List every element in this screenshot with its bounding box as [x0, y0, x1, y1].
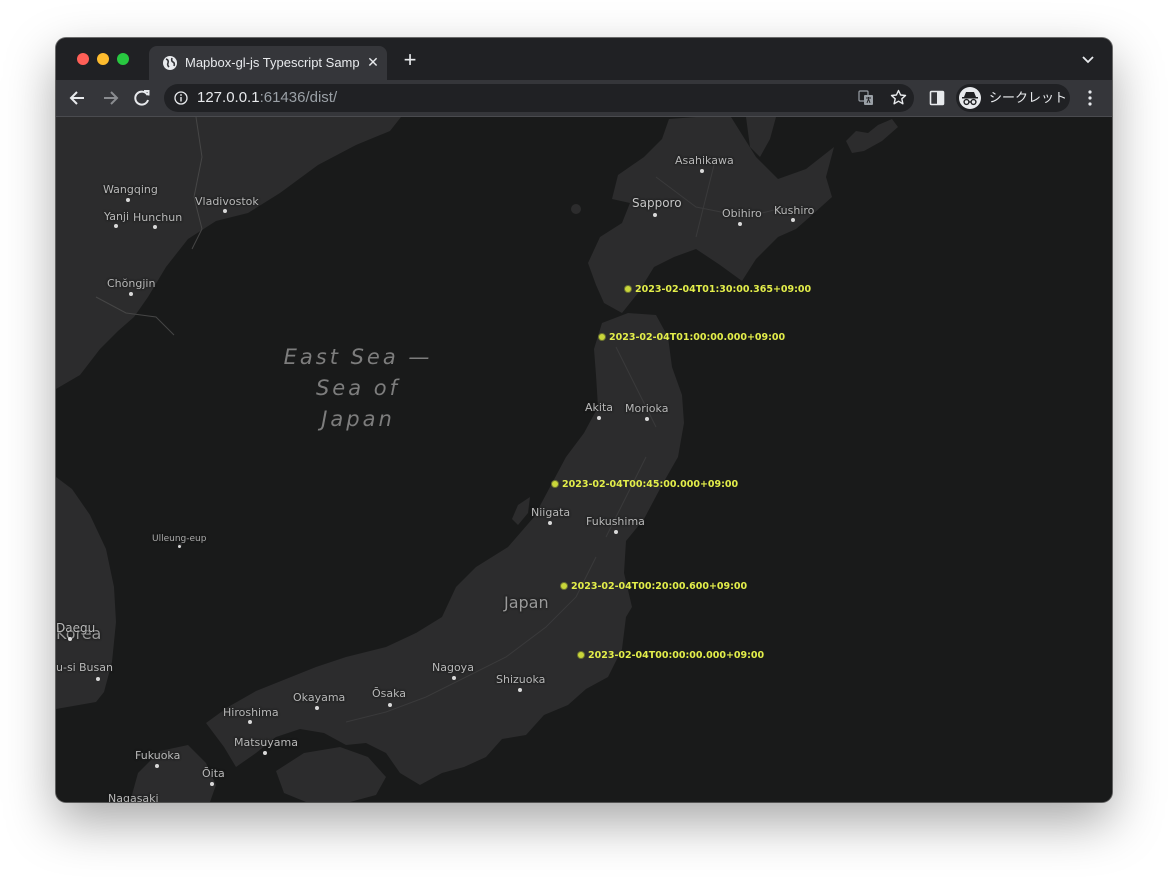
sado-island	[512, 497, 530, 525]
city-dot	[223, 209, 227, 213]
city-dot	[653, 213, 657, 217]
more-menu-icon[interactable]	[1082, 89, 1098, 107]
marker-dot-icon	[561, 583, 567, 589]
city-dot	[315, 706, 319, 710]
city-dot	[114, 224, 118, 228]
city-dot	[597, 416, 601, 420]
city-dot	[155, 764, 159, 768]
city-dot	[548, 521, 552, 525]
marker-label: 2023-02-04T00:00:00.000+09:00	[588, 650, 765, 661]
place-label: Kushiro	[774, 204, 815, 217]
sea-label: East Sea — Sea of Japan	[283, 345, 433, 431]
place-label: Fukushima	[586, 515, 645, 528]
url-host: 127.0.0.1	[197, 89, 260, 106]
rishiri-island	[571, 204, 581, 214]
marker-dot-icon	[578, 652, 584, 658]
city-dot	[248, 720, 252, 724]
marker-label: 2023-02-04T00:20:00.600+09:00	[571, 581, 748, 592]
new-tab-button[interactable]: +	[400, 49, 420, 71]
place-label: Matsuyama	[234, 736, 298, 749]
forward-arrow-icon[interactable]	[100, 88, 120, 108]
browser-toolbar: 127.0.0.1:61436/dist/ シークレット	[56, 80, 1112, 117]
translate-icon[interactable]	[858, 90, 874, 106]
reload-icon[interactable]	[132, 88, 152, 108]
url-text: 127.0.0.1:61436/dist/	[197, 90, 337, 106]
city-dot	[388, 703, 392, 707]
info-icon[interactable]	[174, 91, 188, 105]
place-label: Ōita	[202, 767, 225, 780]
city-dot	[700, 169, 704, 173]
address-bar[interactable]: 127.0.0.1:61436/dist/	[164, 84, 914, 112]
place-label: Okayama	[293, 691, 346, 704]
city-dot	[614, 530, 618, 534]
place-label: Morioka	[625, 402, 669, 415]
side-panel-icon[interactable]	[929, 90, 945, 106]
place-label: Daegu	[56, 621, 96, 635]
place-label: Sapporo	[632, 196, 682, 210]
city-dot	[263, 751, 267, 755]
city-dot	[96, 677, 100, 681]
city-dot	[791, 218, 795, 222]
place-label: Chŏngjin	[107, 277, 156, 290]
minimize-window-button[interactable]	[97, 53, 109, 65]
place-label: Hunchun	[133, 211, 183, 224]
place-label: u-si	[56, 661, 76, 674]
url-path: :61436/dist/	[259, 89, 338, 106]
back-arrow-icon[interactable]	[68, 88, 88, 108]
place-label: Yanji	[104, 210, 130, 223]
place-label: Shizuoka	[496, 673, 546, 686]
browser-window: Mapbox-gl-js Typescript Sample ✕ + 127.0…	[56, 38, 1112, 802]
zoom-window-button[interactable]	[117, 53, 129, 65]
marker-label: 2023-02-04T01:00:00.000+09:00	[609, 332, 786, 343]
profile-label: シークレット	[989, 90, 1068, 105]
city-dot	[738, 222, 742, 226]
country-label: Japan	[504, 593, 549, 612]
place-label: Nagasaki	[108, 792, 159, 802]
city-dot	[153, 225, 157, 229]
city-dot	[645, 417, 649, 421]
place-label: Hiroshima	[223, 706, 279, 719]
kuril-islands	[846, 119, 898, 153]
close-window-button[interactable]	[77, 53, 89, 65]
tab-close-icon[interactable]: ✕	[366, 54, 380, 70]
place-label: Ōsaka	[372, 687, 407, 700]
marker-label: 2023-02-04T00:45:00.000+09:00	[562, 479, 739, 490]
city-dot	[452, 676, 456, 680]
tab-strip: Mapbox-gl-js Typescript Sample ✕ +	[56, 38, 1112, 80]
map-basemap	[56, 117, 898, 802]
city-dot	[210, 782, 214, 786]
place-label: Asahikawa	[675, 154, 734, 167]
city-dot	[518, 688, 522, 692]
korea-peninsula	[56, 477, 116, 709]
bookmark-star-icon[interactable]	[890, 89, 907, 106]
marker-label: 2023-02-04T01:30:00.365+09:00	[635, 284, 812, 295]
place-label: Wangqing	[103, 183, 158, 196]
tab-mapbox-sample[interactable]: Mapbox-gl-js Typescript Sample ✕	[149, 46, 387, 80]
map-canvas[interactable]: Asahikawa Sapporo Obihiro Kushiro Wangqi…	[56, 117, 1112, 802]
incognito-profile-button[interactable]: シークレット	[956, 84, 1070, 112]
place-label: Niigata	[531, 506, 571, 519]
place-label: Obihiro	[722, 207, 762, 220]
shikoku	[276, 747, 386, 802]
chevron-down-icon[interactable]	[1080, 51, 1096, 67]
incognito-icon	[959, 87, 981, 109]
city-dot	[129, 292, 133, 296]
marker-dot-icon	[599, 334, 605, 340]
place-label: Nagoya	[432, 661, 474, 674]
city-dot	[178, 545, 181, 548]
globe-icon	[163, 56, 177, 70]
marker-dot-icon	[625, 286, 631, 292]
city-dot	[68, 637, 72, 641]
tab-title: Mapbox-gl-js Typescript Sample	[185, 55, 360, 70]
place-label: Fukuoka	[135, 749, 181, 762]
city-dot	[126, 198, 130, 202]
place-label: Vladivostok	[195, 195, 259, 208]
place-label: Busan	[79, 661, 113, 674]
marker-dot-icon	[552, 481, 558, 487]
place-label: Akita	[585, 401, 614, 414]
